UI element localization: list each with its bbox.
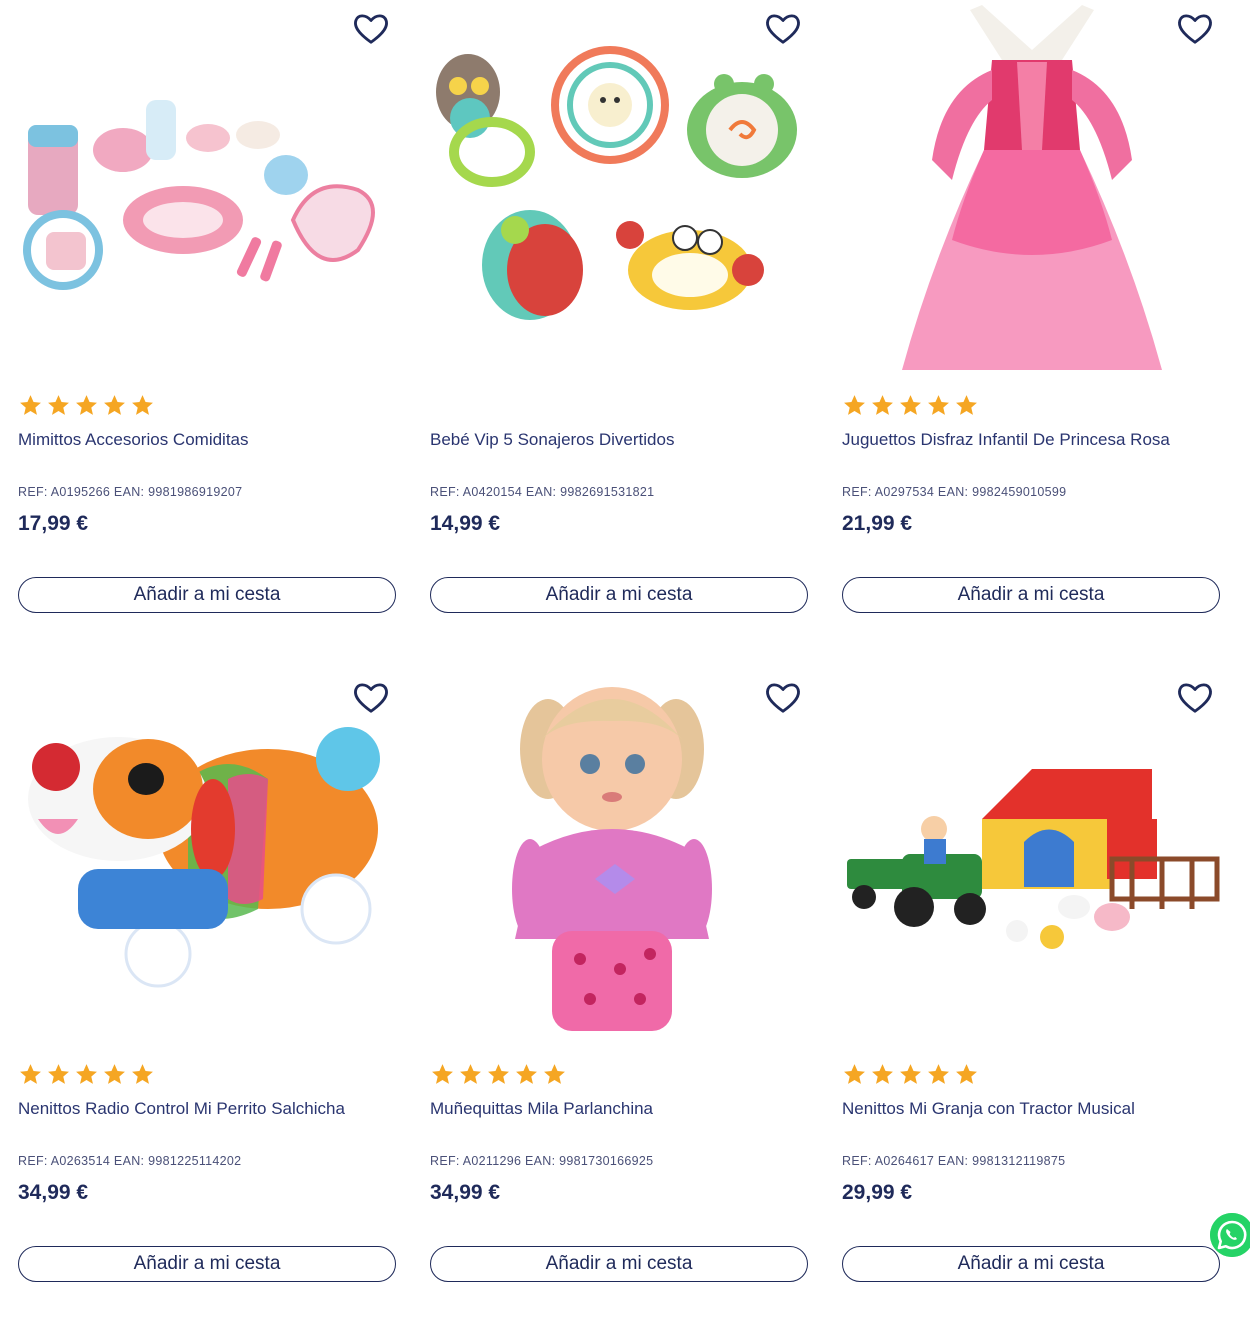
product-price: 21,99 €	[842, 512, 913, 535]
star-icon	[516, 1064, 537, 1084]
product-title[interactable]: Mimittos Accesorios Comiditas	[18, 430, 400, 450]
star-icon	[956, 395, 977, 415]
product-card: Nenittos Radio Control Mi Perrito Salchi…	[18, 669, 400, 1309]
product-ref: REF: A0211296 EAN: 9981730166925	[430, 1154, 654, 1168]
product-image-princess-dress[interactable]	[842, 0, 1224, 380]
product-card: Juguettos Disfraz Infantil De Princesa R…	[842, 0, 1224, 640]
add-to-cart-button[interactable]: Añadir a mi cesta	[18, 1246, 396, 1282]
wishlist-heart-icon[interactable]	[352, 12, 390, 46]
product-card: Bebé Vip 5 Sonajeros Divertidos REF: A04…	[430, 0, 812, 640]
wishlist-heart-icon[interactable]	[1176, 681, 1214, 715]
star-icon	[20, 1064, 41, 1084]
rating-stars	[842, 1062, 979, 1090]
rating-stars	[18, 1062, 155, 1090]
star-icon	[928, 1064, 949, 1084]
product-ref: REF: A0195266 EAN: 9981986919207	[18, 485, 243, 499]
wishlist-heart-icon[interactable]	[1176, 12, 1214, 46]
product-image-rattles[interactable]	[430, 0, 812, 380]
star-icon	[872, 1064, 893, 1084]
product-image-talking-doll[interactable]	[430, 669, 812, 1049]
rating-stars	[842, 393, 979, 421]
star-icon	[432, 1064, 453, 1084]
star-icon	[544, 1064, 565, 1084]
product-title[interactable]: Nenittos Radio Control Mi Perrito Salchi…	[18, 1099, 400, 1119]
star-icon	[104, 1064, 125, 1084]
star-icon	[48, 1064, 69, 1084]
product-title[interactable]: Bebé Vip 5 Sonajeros Divertidos	[430, 430, 812, 450]
star-icon	[956, 1064, 977, 1084]
star-icon	[460, 1064, 481, 1084]
product-price: 29,99 €	[842, 1181, 913, 1204]
product-ref: REF: A0263514 EAN: 9981225114202	[18, 1154, 242, 1168]
whatsapp-icon[interactable]	[1210, 1213, 1250, 1257]
star-icon	[76, 395, 97, 415]
product-price: 17,99 €	[18, 512, 89, 535]
star-icon	[872, 395, 893, 415]
add-to-cart-button[interactable]: Añadir a mi cesta	[842, 1246, 1220, 1282]
product-card: Nenittos Mi Granja con Tractor Musical R…	[842, 669, 1224, 1309]
add-to-cart-button[interactable]: Añadir a mi cesta	[430, 1246, 808, 1282]
star-icon	[844, 1064, 865, 1084]
add-to-cart-button[interactable]: Añadir a mi cesta	[842, 577, 1220, 613]
rating-stars	[18, 393, 155, 421]
star-icon	[900, 395, 921, 415]
product-price: 34,99 €	[18, 1181, 89, 1204]
star-icon	[76, 1064, 97, 1084]
product-ref: REF: A0264617 EAN: 9981312119875	[842, 1154, 1066, 1168]
star-icon	[132, 1064, 153, 1084]
product-title[interactable]: Juguettos Disfraz Infantil De Princesa R…	[842, 430, 1224, 450]
star-icon	[132, 395, 153, 415]
star-icon	[48, 395, 69, 415]
star-icon	[900, 1064, 921, 1084]
product-image-dachshund-dog[interactable]	[18, 669, 400, 1049]
star-icon	[928, 395, 949, 415]
product-ref: REF: A0297534 EAN: 9982459010599	[842, 485, 1067, 499]
wishlist-heart-icon[interactable]	[764, 681, 802, 715]
add-to-cart-button[interactable]: Añadir a mi cesta	[430, 577, 808, 613]
star-icon	[20, 395, 41, 415]
product-title[interactable]: Nenittos Mi Granja con Tractor Musical	[842, 1099, 1224, 1119]
product-price: 14,99 €	[430, 512, 501, 535]
wishlist-heart-icon[interactable]	[764, 12, 802, 46]
star-icon	[488, 1064, 509, 1084]
product-image-feeding-accessories[interactable]	[18, 0, 400, 380]
product-title[interactable]: Muñequittas Mila Parlanchina	[430, 1099, 812, 1119]
wishlist-heart-icon[interactable]	[352, 681, 390, 715]
star-icon	[844, 395, 865, 415]
star-icon	[104, 395, 125, 415]
add-to-cart-button[interactable]: Añadir a mi cesta	[18, 577, 396, 613]
product-ref: REF: A0420154 EAN: 9982691531821	[430, 485, 655, 499]
product-card: Mimittos Accesorios Comiditas REF: A0195…	[18, 0, 400, 640]
rating-stars	[430, 1062, 567, 1090]
product-price: 34,99 €	[430, 1181, 501, 1204]
product-card: Muñequittas Mila Parlanchina REF: A02112…	[430, 669, 812, 1309]
product-image-farm-tractor[interactable]	[842, 669, 1224, 1049]
